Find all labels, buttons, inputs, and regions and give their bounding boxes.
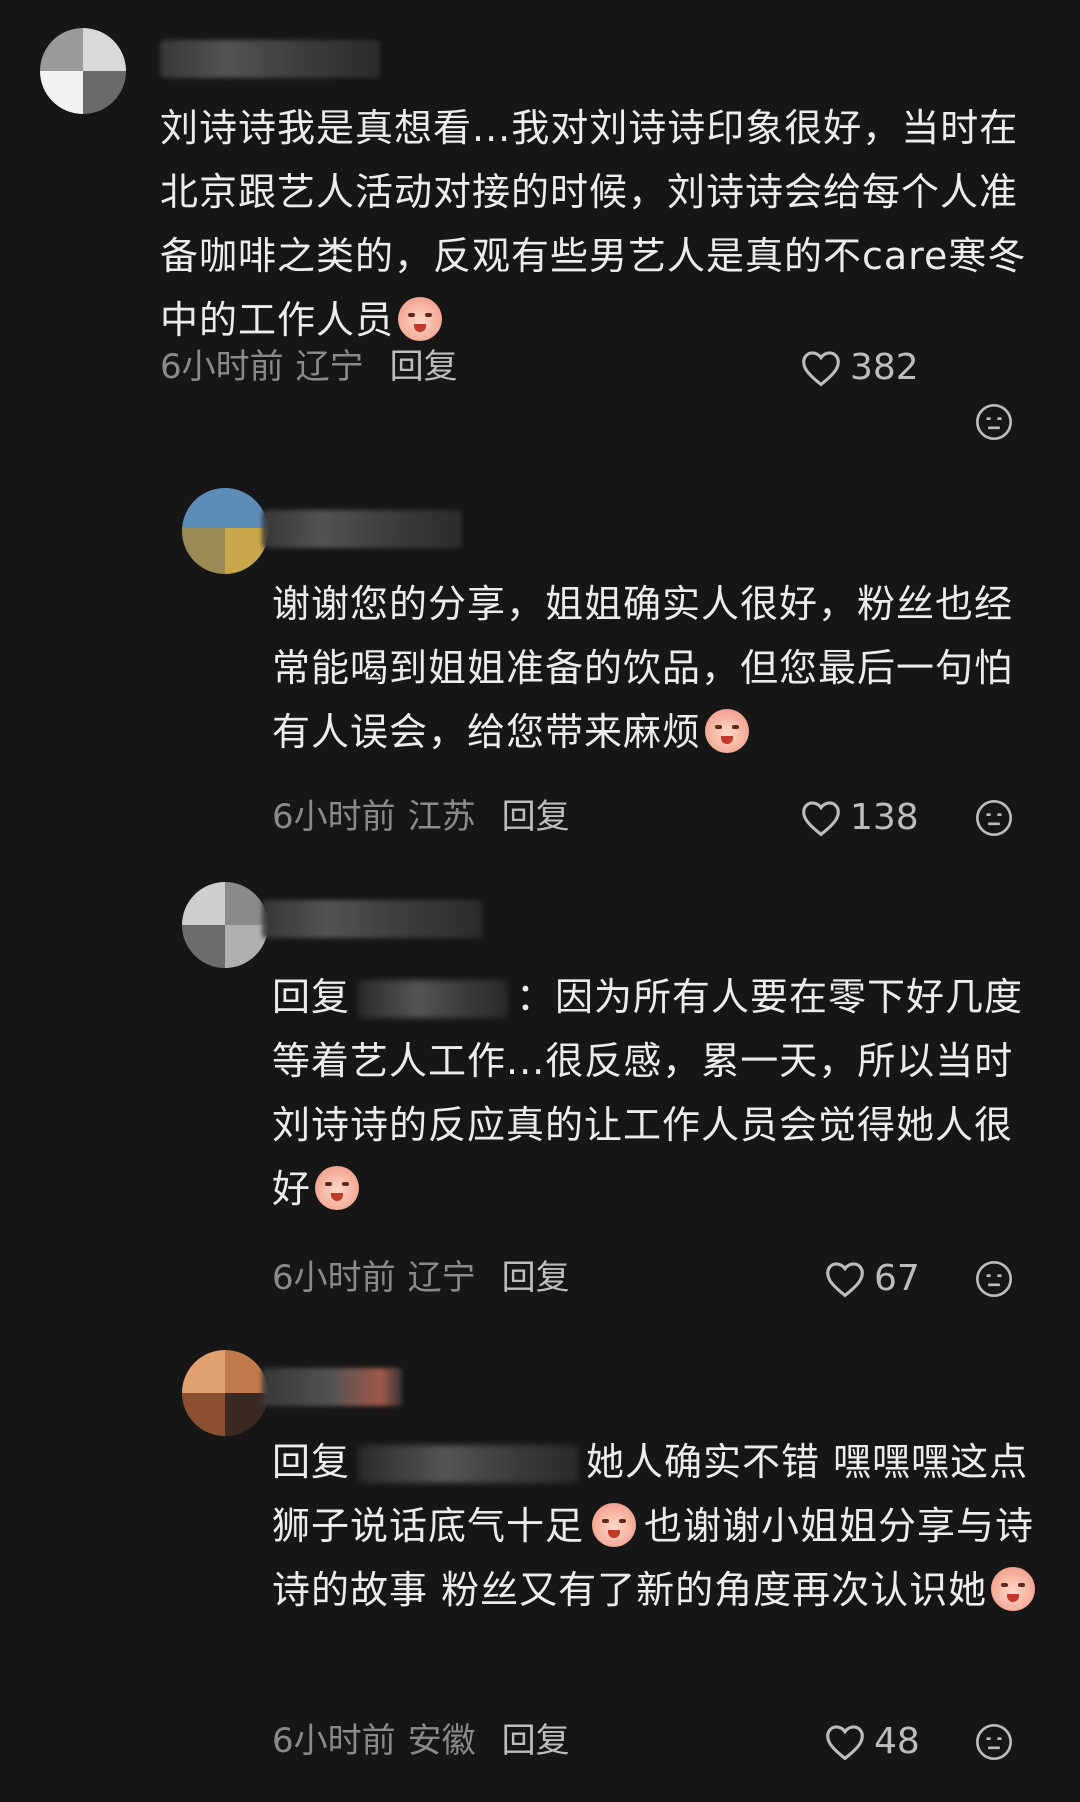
like-button[interactable]: 48 [824,1718,920,1766]
heart-icon [826,1725,864,1761]
like-count: 382 [850,347,919,388]
timestamp: 6小时前 [272,1258,396,1298]
heart-icon [826,1262,864,1298]
comment-text-body: 刘诗诗我是真想看...我对刘诗诗印象很好，当时在北京跟艺人活动对接的时候，刘诗诗… [160,106,1027,342]
like-count: 48 [874,1721,920,1762]
location: 安徽 [407,1721,476,1761]
comment-text: 回复 她人确实不错 嘿嘿嘿这点狮子说话底气十足 也谢谢小姐姐分享与诗诗的故事 粉丝又… [272,1430,1042,1622]
comment-meta: 6小时前 辽宁 回复 [272,1254,570,1302]
location: 辽宁 [295,347,364,387]
like-button[interactable]: 138 [800,794,919,842]
like-count: 138 [850,797,919,838]
heart-icon [802,351,840,387]
dislike-face-icon[interactable] [974,402,1014,442]
comment-text: 谢谢您的分享，姐姐确实人很好，粉丝也经常能喝到姐姐准备的饮品，但您最后一句怕有人… [272,572,1042,764]
replied-username[interactable] [358,980,509,1018]
comment-meta: 6小时前 安徽 回复 [272,1717,570,1765]
avatar[interactable] [182,1350,268,1436]
kiss-face-emoji-icon [991,1567,1036,1611]
location: 江苏 [407,797,476,837]
dislike-face-icon[interactable] [974,798,1014,838]
comment-meta: 6小时前 辽宁 回复 [160,343,458,391]
like-button[interactable]: 382 [800,344,919,392]
reply-button[interactable]: 回复 [502,1721,570,1761]
timestamp: 6小时前 [272,797,396,837]
comment-text-body: 谢谢您的分享，姐姐确实人很好，粉丝也经常能喝到姐姐准备的饮品，但您最后一句怕有人… [272,582,1014,754]
timestamp: 6小时前 [272,1721,396,1761]
dislike-face-icon[interactable] [974,1722,1014,1762]
username[interactable] [160,40,380,78]
username[interactable] [262,900,482,938]
comment-text: 刘诗诗我是真想看...我对刘诗诗印象很好，当时在北京跟艺人活动对接的时候，刘诗诗… [160,96,1040,352]
replied-username[interactable] [358,1445,579,1483]
reply-button[interactable]: 回复 [502,797,570,837]
username[interactable] [262,1368,402,1406]
crying-face-emoji-icon [398,297,443,341]
like-count: 67 [874,1258,920,1299]
like-button[interactable]: 67 [824,1255,920,1303]
heart-icon [802,801,840,837]
avatar[interactable] [182,488,268,574]
avatar[interactable] [40,28,126,114]
username[interactable] [262,510,462,548]
laughing-face-emoji-icon [592,1503,637,1547]
dislike-face-icon[interactable] [974,1259,1014,1299]
timestamp: 6小时前 [160,347,284,387]
tearful-face-emoji-icon [705,709,750,753]
reply-prefix: 回复 [272,1440,351,1484]
crying-face-emoji-icon [315,1166,360,1210]
comment-meta: 6小时前 江苏 回复 [272,793,570,841]
reply-prefix: 回复 [272,975,351,1019]
reply-button[interactable]: 回复 [502,1258,570,1298]
avatar[interactable] [182,882,268,968]
comment-text: 回复 ：因为所有人要在零下好几度等着艺人工作...很反感，累一天，所以当时刘诗诗的… [272,965,1042,1221]
location: 辽宁 [407,1258,476,1298]
reply-button[interactable]: 回复 [390,347,458,387]
